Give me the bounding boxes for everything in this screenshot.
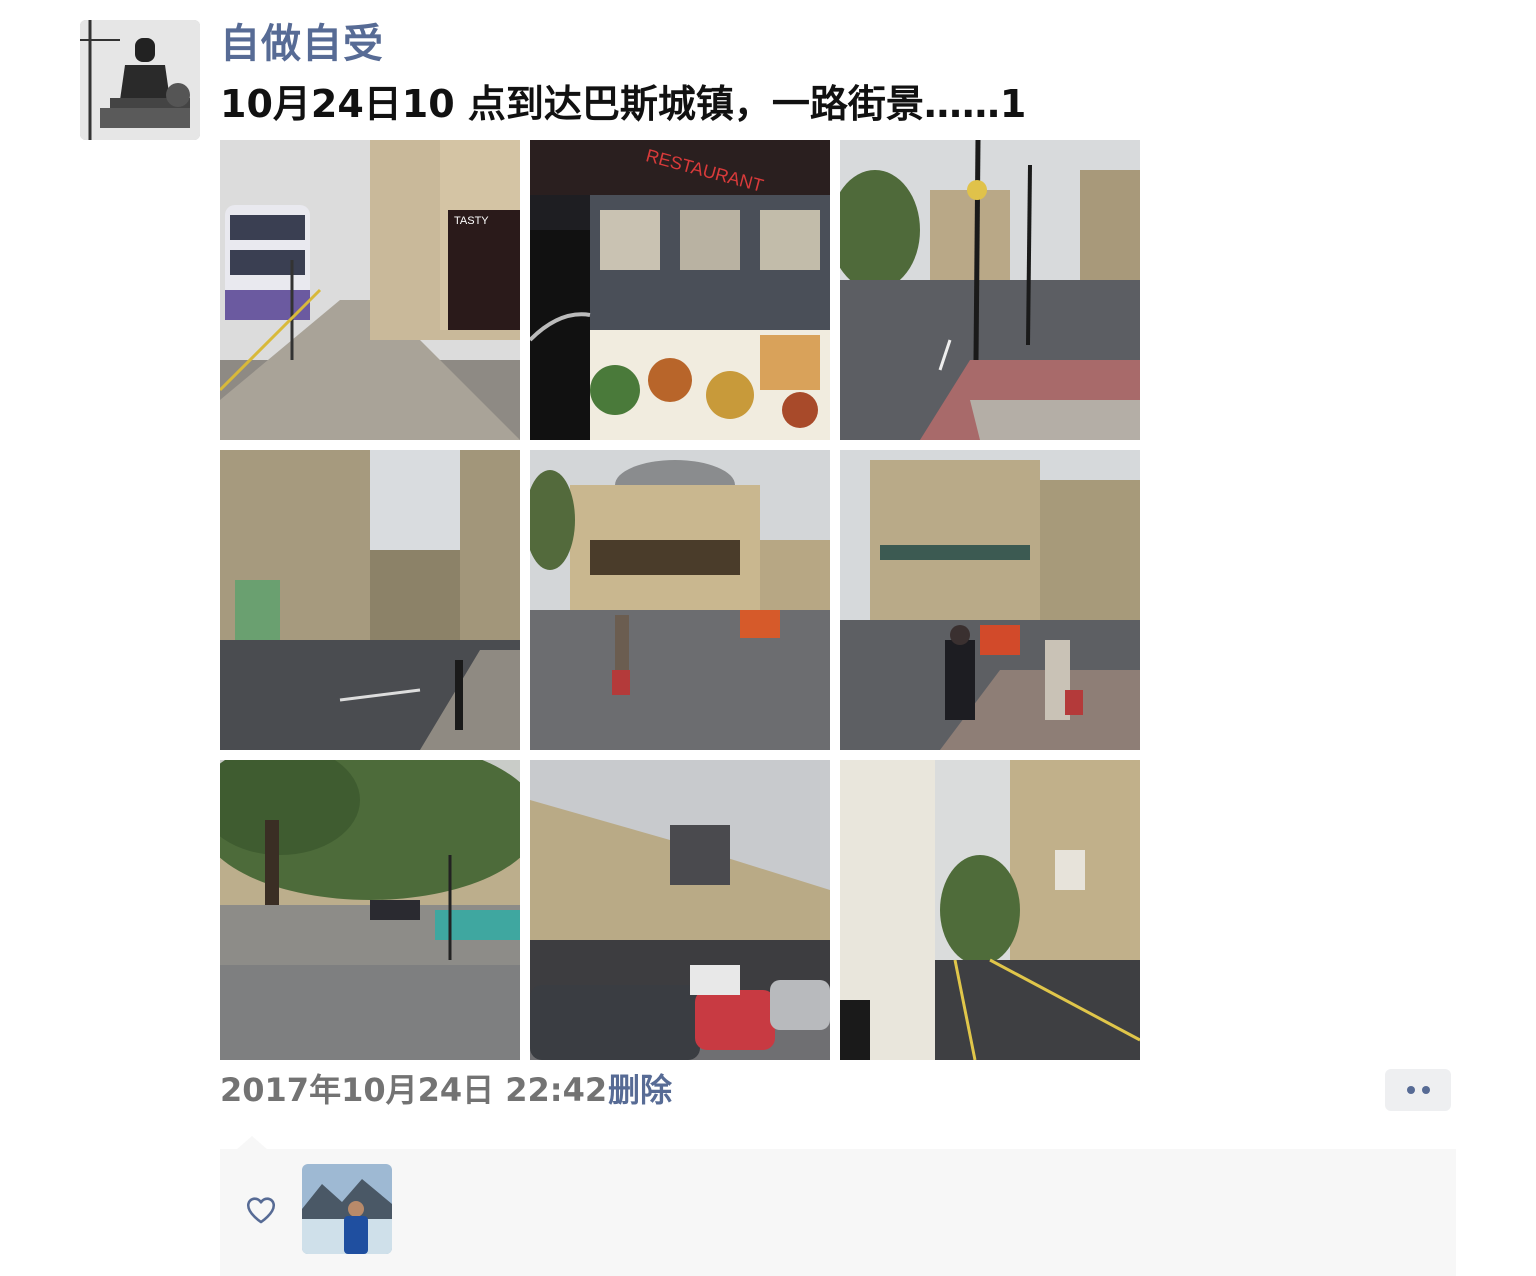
- photo-terrace-cars[interactable]: [530, 760, 830, 1060]
- photo-stone-buildings[interactable]: [220, 450, 520, 750]
- photo-round-building[interactable]: [530, 450, 830, 750]
- photo-narrow-lane[interactable]: [840, 760, 1140, 1060]
- post-timestamp: 2017年10月24日 22:42: [220, 1071, 608, 1109]
- photo-road-crossing[interactable]: [840, 140, 1140, 440]
- photo-restaurant-window[interactable]: RESTAURANT: [530, 140, 830, 440]
- photo-corner-building[interactable]: [840, 450, 1140, 750]
- moments-post: 自做自受 10月24日10 点到达巴斯城镇，一路街景……1 TASTY REST…: [0, 0, 1536, 1276]
- photo-tree-square[interactable]: [220, 760, 520, 1060]
- likes-panel-pointer: [236, 1136, 268, 1150]
- author-avatar[interactable]: [80, 20, 200, 140]
- tasty-sign: TASTY: [454, 215, 489, 227]
- author-avatar-image: [80, 20, 200, 140]
- likes-panel: [220, 1149, 1456, 1276]
- post-text: 10月24日10 点到达巴斯城镇，一路街景……1: [220, 82, 1027, 126]
- more-actions-button[interactable]: [1385, 1069, 1451, 1111]
- liker-avatar[interactable]: [302, 1164, 392, 1254]
- delete-button[interactable]: 删除: [608, 1066, 672, 1114]
- photo-street-bus[interactable]: TASTY: [220, 140, 520, 440]
- ellipsis-icon: [1406, 1086, 1415, 1094]
- heart-icon: [246, 1197, 276, 1224]
- photo-grid: TASTY RESTAURANT: [220, 140, 1140, 1060]
- author-name[interactable]: 自做自受: [220, 18, 384, 70]
